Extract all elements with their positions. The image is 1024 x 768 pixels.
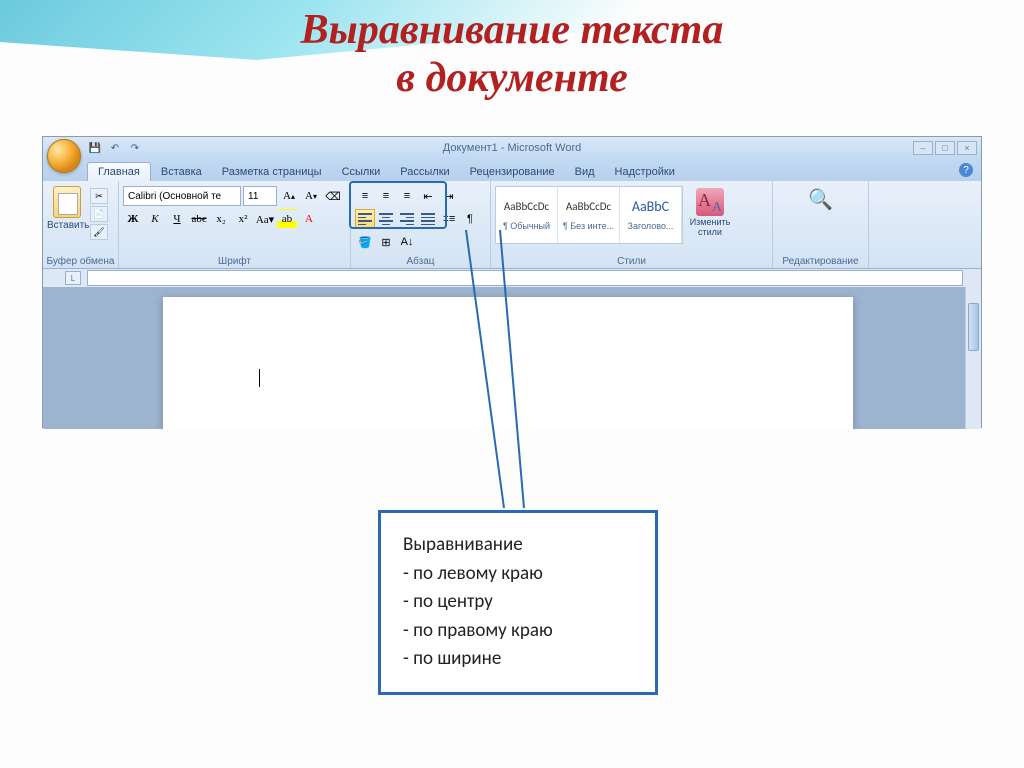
tab-home[interactable]: Главная: [87, 162, 151, 181]
italic-button[interactable]: К: [145, 209, 165, 229]
minimize-button[interactable]: –: [913, 141, 933, 155]
paragraph-label: Абзац: [351, 256, 490, 267]
font-color-button[interactable]: A: [299, 209, 319, 229]
strikethrough-button[interactable]: abє: [189, 209, 209, 229]
styles-label: Стили: [491, 256, 772, 267]
window-controls: – □ ×: [913, 141, 977, 155]
subscript-button[interactable]: x₂: [211, 209, 231, 229]
paragraph-group: ≡ ≡ ≡ ⇤ ⇥: [351, 181, 491, 268]
style-no-spacing[interactable]: AaBbCcDc ¶ Без инте...: [558, 187, 620, 243]
change-styles-icon: [696, 188, 724, 216]
shading-button[interactable]: 🪣: [355, 232, 375, 252]
paste-button[interactable]: Вставить: [47, 184, 87, 231]
tab-view[interactable]: Вид: [565, 163, 605, 181]
change-styles-button[interactable]: Изменить стили: [686, 184, 734, 238]
tab-review[interactable]: Рецензирование: [460, 163, 565, 181]
tab-references[interactable]: Ссылки: [332, 163, 391, 181]
clear-formatting-button[interactable]: ⌫: [323, 186, 343, 206]
legend-box: Выравнивание - по левому краю - по центр…: [378, 510, 658, 695]
editing-label: Редактирование: [773, 256, 868, 267]
legend-item-right: - по правому краю: [403, 617, 633, 646]
decrease-indent-button[interactable]: ⇤: [418, 186, 438, 206]
font-size-dropdown[interactable]: 11: [243, 186, 277, 206]
office-button[interactable]: [47, 139, 81, 173]
title-line-2: в документе: [0, 54, 1024, 102]
styles-group: AaBbCcDc ¶ Обычный AaBbCcDc ¶ Без инте..…: [491, 181, 773, 268]
grow-font-button[interactable]: A▴: [279, 186, 299, 206]
font-group: Calibri (Основной те 11 A▴ A▾ ⌫ Ж К Ч ab…: [119, 181, 351, 268]
ruler-toggle-button[interactable]: L: [65, 271, 81, 285]
sort-button[interactable]: A↓: [397, 232, 417, 252]
tab-page-layout[interactable]: Разметка страницы: [212, 163, 332, 181]
find-icon[interactable]: 🔍: [808, 187, 834, 213]
format-painter-button[interactable]: 🖌: [90, 224, 108, 240]
copy-button[interactable]: 📄: [90, 206, 108, 222]
numbering-button[interactable]: ≡: [376, 186, 396, 206]
document-area: [43, 287, 981, 429]
cut-button[interactable]: ✂: [90, 188, 108, 204]
undo-icon[interactable]: ↶: [107, 140, 123, 156]
quick-access-toolbar: 💾 ↶ ↷: [87, 140, 143, 156]
align-center-icon: [379, 213, 393, 225]
horizontal-ruler[interactable]: [87, 270, 963, 286]
align-right-button[interactable]: [397, 209, 417, 229]
style-normal[interactable]: AaBbCcDc ¶ Обычный: [496, 187, 558, 243]
align-center-button[interactable]: [376, 209, 396, 229]
title-line-1: Выравнивание текста: [0, 6, 1024, 54]
bullets-button[interactable]: ≡: [355, 186, 375, 206]
font-name-dropdown[interactable]: Calibri (Основной те: [123, 186, 241, 206]
align-justify-icon: [421, 213, 435, 225]
legend-item-left: - по левому краю: [403, 560, 633, 589]
clipboard-group: Вставить ✂ 📄 🖌 Буфер обмена: [43, 181, 119, 268]
ribbon-tabs: Главная Вставка Разметка страницы Ссылки…: [43, 159, 981, 181]
title-bar: 💾 ↶ ↷ Документ1 - Microsoft Word – □ ×: [43, 137, 981, 159]
word-window: 💾 ↶ ↷ Документ1 - Microsoft Word – □ × Г…: [42, 136, 982, 428]
line-spacing-button[interactable]: ‡≡: [439, 209, 459, 229]
tab-insert[interactable]: Вставка: [151, 163, 212, 181]
clipboard-label: Буфер обмена: [43, 256, 118, 267]
legend-item-center: - по центру: [403, 588, 633, 617]
redo-icon[interactable]: ↷: [127, 140, 143, 156]
highlight-button[interactable]: ab: [277, 209, 297, 229]
ribbon: Вставить ✂ 📄 🖌 Буфер обмена Calibri (Осн…: [43, 181, 981, 269]
align-justify-button[interactable]: [418, 209, 438, 229]
multilevel-button[interactable]: ≡: [397, 186, 417, 206]
bold-button[interactable]: Ж: [123, 209, 143, 229]
scroll-thumb[interactable]: [968, 303, 979, 351]
show-marks-button[interactable]: ¶: [460, 209, 480, 229]
close-button[interactable]: ×: [957, 141, 977, 155]
borders-button[interactable]: ⊞: [376, 232, 396, 252]
align-left-icon: [358, 213, 372, 225]
style-heading1[interactable]: AaBbC Заголово...: [620, 187, 682, 243]
shrink-font-button[interactable]: A▾: [301, 186, 321, 206]
align-left-button[interactable]: [355, 209, 375, 229]
editing-group: 🔍 Редактирование: [773, 181, 869, 268]
window-title: Документ1 - Microsoft Word: [443, 142, 581, 154]
ruler-area: L: [43, 269, 981, 287]
font-label: Шрифт: [119, 256, 350, 267]
style-gallery[interactable]: AaBbCcDc ¶ Обычный AaBbCcDc ¶ Без инте..…: [495, 186, 683, 244]
document-page[interactable]: [163, 297, 853, 429]
increase-indent-button[interactable]: ⇥: [439, 186, 459, 206]
tab-mailings[interactable]: Рассылки: [390, 163, 459, 181]
text-cursor: [259, 369, 260, 387]
slide-title: Выравнивание текста в документе: [0, 0, 1024, 103]
legend-title: Выравнивание: [403, 531, 633, 560]
align-right-icon: [400, 213, 414, 225]
underline-button[interactable]: Ч: [167, 209, 187, 229]
change-case-button[interactable]: Aa▾: [255, 209, 275, 229]
tab-addins[interactable]: Надстройки: [605, 163, 685, 181]
vertical-scrollbar[interactable]: [965, 287, 981, 429]
help-icon[interactable]: ?: [959, 163, 973, 177]
maximize-button[interactable]: □: [935, 141, 955, 155]
save-icon[interactable]: 💾: [87, 140, 103, 156]
legend-item-justify: - по ширине: [403, 645, 633, 674]
superscript-button[interactable]: x²: [233, 209, 253, 229]
paste-icon: [53, 186, 81, 218]
